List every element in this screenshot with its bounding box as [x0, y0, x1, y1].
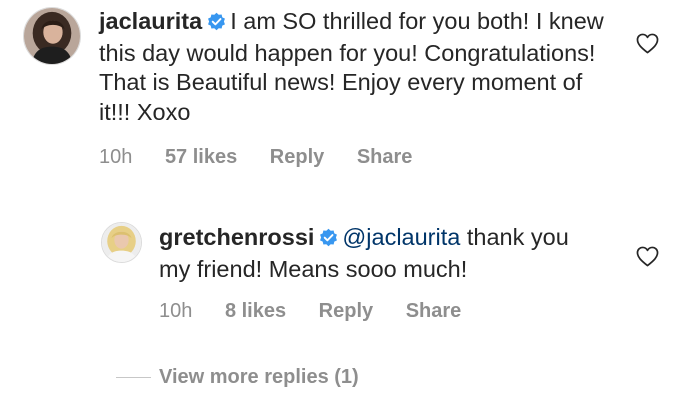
- share-button[interactable]: Share: [357, 146, 413, 169]
- username[interactable]: gretchenrossi: [159, 224, 314, 250]
- divider-line: [116, 377, 151, 378]
- view-more-replies-label[interactable]: View more replies (1): [159, 366, 359, 389]
- mention-link[interactable]: @jaclaurita: [342, 224, 460, 250]
- timestamp: 10h: [99, 146, 133, 168]
- likes-count[interactable]: 57 likes: [165, 146, 237, 169]
- heart-icon[interactable]: [636, 246, 659, 267]
- reply-comment: gretchenrossi @jaclaurita thank you my fr…: [0, 200, 698, 340]
- share-button[interactable]: Share: [406, 300, 462, 323]
- avatar[interactable]: [101, 222, 142, 263]
- verified-badge-icon: [319, 225, 338, 255]
- verified-badge-icon: [207, 9, 226, 39]
- timestamp: 10h: [159, 300, 193, 322]
- view-more-replies[interactable]: View more replies (1): [116, 366, 359, 389]
- comment: jaclaurita I am SO thrilled for you both!…: [0, 0, 698, 200]
- avatar-photo: [102, 223, 141, 262]
- avatar[interactable]: [23, 7, 81, 65]
- likes-count[interactable]: 8 likes: [225, 300, 286, 323]
- comment-actions: 10h 57 likes Reply Share: [99, 146, 439, 169]
- comment-actions: 10h 8 likes Reply Share: [159, 300, 488, 323]
- reply-button[interactable]: Reply: [319, 300, 373, 323]
- comment-text: gretchenrossi @jaclaurita thank you my fr…: [159, 223, 599, 284]
- avatar-photo: [24, 8, 80, 64]
- heart-icon[interactable]: [636, 33, 659, 54]
- username[interactable]: jaclaurita: [99, 8, 202, 34]
- comment-text: jaclaurita I am SO thrilled for you both!…: [99, 7, 619, 127]
- reply-button[interactable]: Reply: [270, 146, 324, 169]
